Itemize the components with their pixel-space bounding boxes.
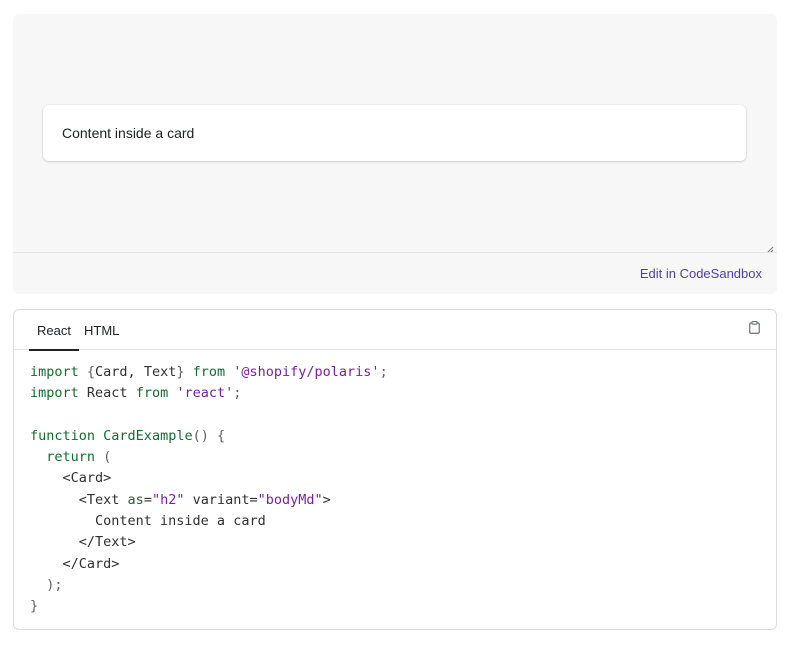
card-text: Content inside a card bbox=[62, 125, 195, 141]
code-token: function bbox=[30, 427, 96, 444]
code-token: </Text> bbox=[30, 534, 136, 551]
code-line: Content inside a card bbox=[30, 511, 776, 532]
code-line: <Text as="h2" variant="bodyMd"> bbox=[30, 490, 776, 511]
code-token: <Card> bbox=[30, 470, 112, 487]
copy-button[interactable] bbox=[746, 321, 762, 339]
code-token: ; bbox=[233, 385, 242, 402]
code-token: '@shopify/polaris' bbox=[233, 364, 380, 380]
code-line: return ( bbox=[30, 447, 776, 468]
resize-handle-icon[interactable] bbox=[766, 241, 774, 254]
code-token: "bodyMd" bbox=[257, 491, 323, 508]
code-token: import bbox=[30, 364, 79, 380]
code-token: <Text bbox=[30, 491, 128, 508]
code-token: () { bbox=[192, 427, 226, 444]
code-token: as bbox=[127, 491, 144, 508]
code-panel: React HTML import {Card, Text} from '@sh… bbox=[13, 309, 777, 630]
code-block: import {Card, Text} from '@shopify/polar… bbox=[14, 350, 776, 618]
code-token: ( bbox=[95, 449, 112, 466]
code-token: React bbox=[78, 385, 136, 402]
code-token: import bbox=[30, 385, 79, 402]
tab-react[interactable]: React bbox=[29, 310, 79, 351]
code-line: </Text> bbox=[30, 532, 776, 553]
code-token: Card, Text bbox=[95, 364, 177, 380]
code-token: "h2" bbox=[151, 491, 185, 508]
code-token: { bbox=[78, 364, 96, 380]
code-token: > bbox=[322, 491, 331, 508]
code-line: } bbox=[30, 596, 776, 617]
code-token: } bbox=[30, 598, 39, 615]
preview-footer: Edit in CodeSandbox bbox=[13, 252, 777, 294]
clipboard-icon bbox=[748, 321, 760, 339]
code-line: import {Card, Text} from '@shopify/polar… bbox=[30, 362, 776, 383]
example-card: Content inside a card bbox=[43, 105, 746, 161]
code-token: = bbox=[143, 491, 152, 508]
code-token: return bbox=[46, 449, 96, 466]
code-token: } bbox=[176, 364, 193, 380]
code-tabs-header: React HTML bbox=[14, 310, 776, 351]
edit-in-codesandbox-link[interactable]: Edit in CodeSandbox bbox=[640, 266, 762, 281]
code-token: 'react' bbox=[176, 385, 234, 402]
code-token: </Card> bbox=[30, 555, 120, 572]
preview-frame: Content inside a card bbox=[13, 14, 777, 254]
code-line: </Card> bbox=[30, 554, 776, 575]
code-token: ); bbox=[46, 576, 63, 593]
code-line: function CardExample() { bbox=[30, 426, 776, 447]
code-line: import React from 'react'; bbox=[30, 383, 776, 404]
code-token: variant= bbox=[184, 491, 258, 508]
code-line: <Card> bbox=[30, 468, 776, 489]
code-line: ); bbox=[30, 575, 776, 596]
code-token: Content inside a card bbox=[30, 513, 266, 530]
code-token: CardExample bbox=[103, 427, 193, 444]
code-token: from bbox=[192, 364, 226, 380]
tab-html[interactable]: HTML bbox=[84, 310, 119, 350]
code-token: from bbox=[135, 385, 169, 402]
code-token: ; bbox=[379, 364, 388, 380]
